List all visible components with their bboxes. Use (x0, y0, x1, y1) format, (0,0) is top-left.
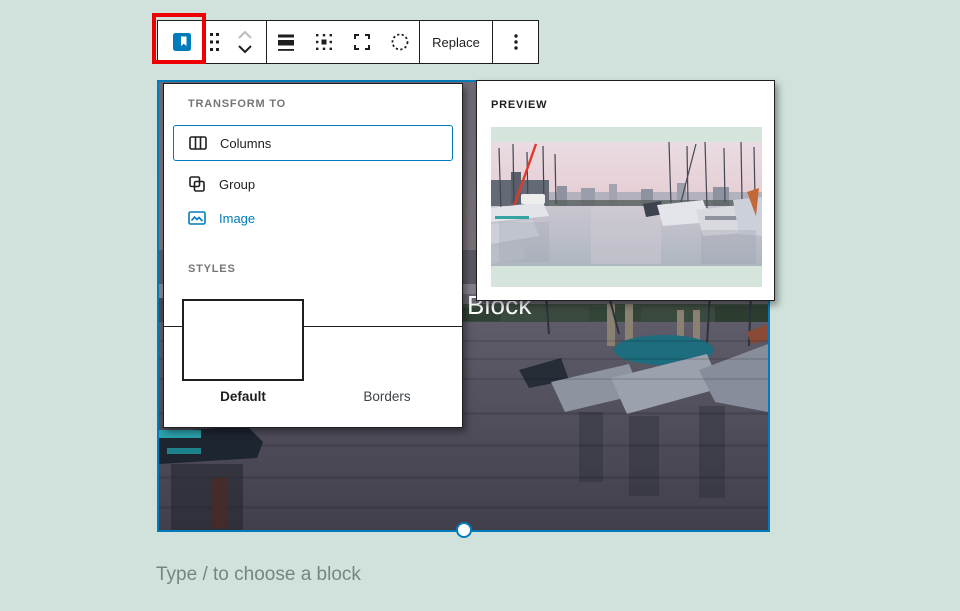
transform-to-header: Transform to (188, 98, 286, 110)
style-option-borders-label[interactable]: Borders (324, 389, 450, 404)
options-menu-button[interactable] (493, 21, 538, 63)
preview-marina-image (491, 142, 762, 266)
vertical-align-button[interactable] (267, 21, 305, 63)
block-toolbar: Replace (157, 20, 539, 64)
duotone-filter-button[interactable] (381, 21, 419, 63)
cover-block-icon (170, 30, 194, 54)
content-position-icon (312, 30, 336, 54)
block-mover (224, 21, 266, 63)
toolbar-group-options (493, 21, 538, 63)
editor-canvas: Block (0, 0, 960, 611)
chevron-up-icon (237, 30, 253, 40)
style-preview-frame (491, 127, 762, 287)
align-middle-icon (274, 30, 298, 54)
transform-option-columns[interactable]: Columns (173, 125, 453, 161)
replace-button[interactable]: Replace (420, 21, 492, 63)
move-up-button[interactable] (231, 28, 259, 42)
full-height-icon (350, 30, 374, 54)
transform-option-group[interactable]: Group (173, 168, 453, 200)
toolbar-group-block (158, 21, 267, 63)
transform-option-label: Group (219, 177, 255, 192)
duotone-filter-icon (388, 30, 412, 54)
chevron-down-icon (237, 44, 253, 54)
next-block-placeholder[interactable]: Type / to choose a block (156, 564, 361, 586)
move-down-button[interactable] (231, 42, 259, 56)
full-height-toggle-button[interactable] (343, 21, 381, 63)
image-block-icon (185, 206, 209, 230)
style-option-default-preview[interactable] (182, 299, 304, 381)
transform-option-label: Image (219, 211, 255, 226)
styles-header: Styles (188, 263, 236, 275)
block-switcher-popover: Transform to Columns Group Image (163, 83, 463, 428)
style-option-default-label: Default (182, 389, 304, 404)
columns-block-icon (186, 131, 210, 155)
style-preview-popover: Preview (476, 80, 775, 301)
toolbar-group-replace: Replace (420, 21, 493, 63)
toolbar-group-cover-tools (267, 21, 420, 63)
drag-handle[interactable] (206, 21, 224, 63)
cover-resize-handle[interactable] (456, 522, 472, 538)
options-kebab-icon (504, 30, 528, 54)
group-block-icon (185, 172, 209, 196)
transform-option-image[interactable]: Image (173, 202, 453, 234)
transform-option-label: Columns (220, 136, 271, 151)
content-position-button[interactable] (305, 21, 343, 63)
preview-header: Preview (491, 99, 547, 111)
drag-handle-icon (209, 31, 221, 53)
cover-block-type-button[interactable] (158, 21, 206, 63)
